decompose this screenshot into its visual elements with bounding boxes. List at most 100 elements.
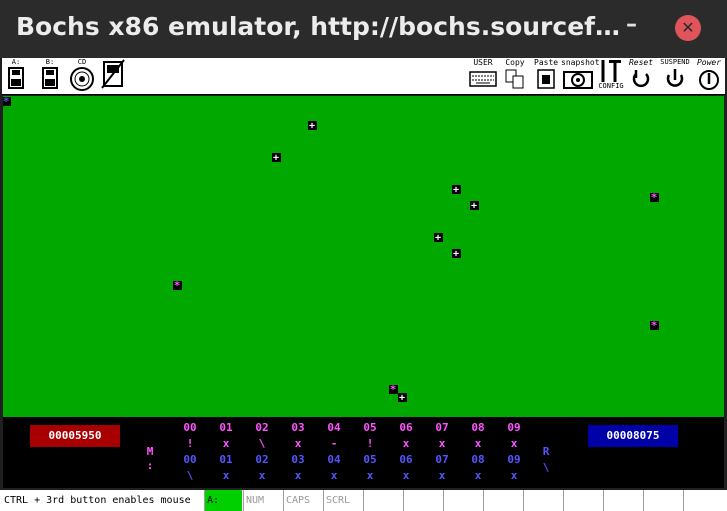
usb-icon <box>101 59 125 89</box>
status-message: CTRL + 3rd button enables mouse <box>4 495 191 506</box>
hud-top-mark: x <box>438 437 446 450</box>
hud-top-number: 04 <box>327 421 341 434</box>
hud-top-number: 00 <box>183 421 197 434</box>
power-label: Power <box>696 58 722 67</box>
copy-button[interactable]: Copy <box>503 58 527 92</box>
enemy-plus-glyph: + <box>471 201 477 212</box>
hud-bottom-number: 04 <box>327 453 341 466</box>
reset-label: Reset <box>628 58 654 67</box>
game-hud: 00005950 00008075 M : R \ 00 01 02 03 04 05 06… <box>3 417 724 488</box>
cdrom-button[interactable]: CD <box>69 58 95 92</box>
m-colon: : <box>146 459 154 472</box>
close-button[interactable]: ✕ <box>675 15 701 41</box>
hud-bottom-number: 07 <box>435 453 449 466</box>
hud-top-mark: x <box>222 437 230 450</box>
enemy-star-glyph: * <box>390 383 397 396</box>
hud-bottom-number: 02 <box>255 453 269 466</box>
hud-top-number: 02 <box>255 421 269 434</box>
status-slot <box>403 490 443 511</box>
enemy-star-glyph: * <box>174 279 181 292</box>
hud-bottom-number: 05 <box>363 453 377 466</box>
bochs-toolbar: A: B: CD USER Copy Paste snapshot CONFIG… <box>2 58 725 95</box>
player-star-glyph: * <box>3 96 9 108</box>
floppy-a-button[interactable]: A: <box>5 58 27 92</box>
hud-top-mark: ! <box>366 437 374 450</box>
floppy-b-button[interactable]: B: <box>39 58 61 92</box>
status-slot <box>443 490 483 511</box>
hud-bottom-mark: x <box>510 469 518 482</box>
hud-top-mark: \ <box>258 437 266 450</box>
wrench-icon <box>601 60 621 82</box>
hud-top-number: 03 <box>291 421 305 434</box>
snapshot-label: snapshot <box>561 58 600 67</box>
power-button[interactable]: Power <box>694 58 724 92</box>
hud-top-number: 09 <box>507 421 521 434</box>
status-slot <box>363 490 403 511</box>
hud-bottom-number: 00 <box>183 453 197 466</box>
status-bar: CTRL + 3rd button enables mouse A: NUM C… <box>0 490 727 511</box>
paste-label: Paste <box>534 58 559 67</box>
minimize-button[interactable]: – <box>626 12 637 37</box>
hud-top-mark: x <box>510 437 518 450</box>
hud-top-number: 06 <box>399 421 413 434</box>
cdrom-label: CD <box>77 58 87 66</box>
hud-bottom-number: 08 <box>471 453 485 466</box>
status-slot <box>643 490 683 511</box>
hud-top-number: 05 <box>363 421 377 434</box>
m-label: M <box>146 445 154 458</box>
status-caps: CAPS <box>283 490 323 511</box>
game-sprites: +++++++***** <box>3 96 659 404</box>
hud-top-number: 08 <box>471 421 485 434</box>
floppy-b-label: B: <box>45 58 55 66</box>
reset-button[interactable]: Reset <box>626 58 656 92</box>
hud-bottom-mark: \ <box>186 469 194 482</box>
hud-bottom-mark: x <box>474 469 482 482</box>
usb-button[interactable] <box>98 58 128 92</box>
user-label: USER <box>473 58 493 67</box>
hud-top-number: 07 <box>435 421 449 434</box>
hud-top-mark: x <box>402 437 410 450</box>
status-slot <box>563 490 603 511</box>
hud-bottom-number: 01 <box>219 453 233 466</box>
config-button[interactable]: CONFIG <box>597 58 625 92</box>
hud-bottom-mark: x <box>294 469 302 482</box>
hud-bottom-mark: x <box>438 469 446 482</box>
window-titlebar[interactable]: Bochs x86 emulator, http://bochs.sourcef… <box>0 0 727 58</box>
suspend-button[interactable]: SUSPEND <box>658 58 692 92</box>
hud-bottom-mark: x <box>402 469 410 482</box>
r-label: R <box>542 445 550 458</box>
hud-bottom-mark: x <box>222 469 230 482</box>
enemy-plus-glyph: + <box>453 249 459 260</box>
window-title: Bochs x86 emulator, http://bochs.sourcef… <box>16 12 621 41</box>
floppy-a-label: A: <box>11 58 21 66</box>
config-label: CONFIG <box>598 82 624 90</box>
hud-bottom-number: 06 <box>399 453 413 466</box>
status-scrl: SCRL <box>323 490 363 511</box>
copy-label: Copy <box>505 58 525 67</box>
status-slot <box>683 490 727 511</box>
hud-top-mark: x <box>294 437 302 450</box>
hud-bottom-mark: x <box>330 469 338 482</box>
hud-bottom-number: 03 <box>291 453 305 466</box>
score-left: 00005950 <box>30 425 120 447</box>
hud-top-mark: x <box>474 437 482 450</box>
status-slot <box>483 490 523 511</box>
hud-bottom-mark: x <box>366 469 374 482</box>
hud-top-mark: ! <box>186 437 194 450</box>
enemy-star-glyph: * <box>651 191 658 204</box>
user-button[interactable]: USER <box>468 58 498 92</box>
status-slot <box>603 490 643 511</box>
suspend-label: SUSPEND <box>660 58 690 66</box>
r-slash: \ <box>542 461 550 474</box>
enemy-plus-glyph: + <box>273 153 279 164</box>
hud-top-number: 01 <box>219 421 233 434</box>
enemy-star-glyph: * <box>651 319 658 332</box>
enemy-plus-glyph: + <box>453 185 459 196</box>
paste-button[interactable]: Paste <box>534 58 558 92</box>
game-playfield[interactable]: + + + + + + + * * * * * <box>3 96 724 417</box>
status-num: NUM <box>243 490 283 511</box>
status-drive-a: A: <box>204 490 242 511</box>
enemy-plus-glyph: + <box>435 233 441 244</box>
snapshot-button[interactable]: snapshot <box>561 58 600 92</box>
hud-bottom-mark: x <box>258 469 266 482</box>
